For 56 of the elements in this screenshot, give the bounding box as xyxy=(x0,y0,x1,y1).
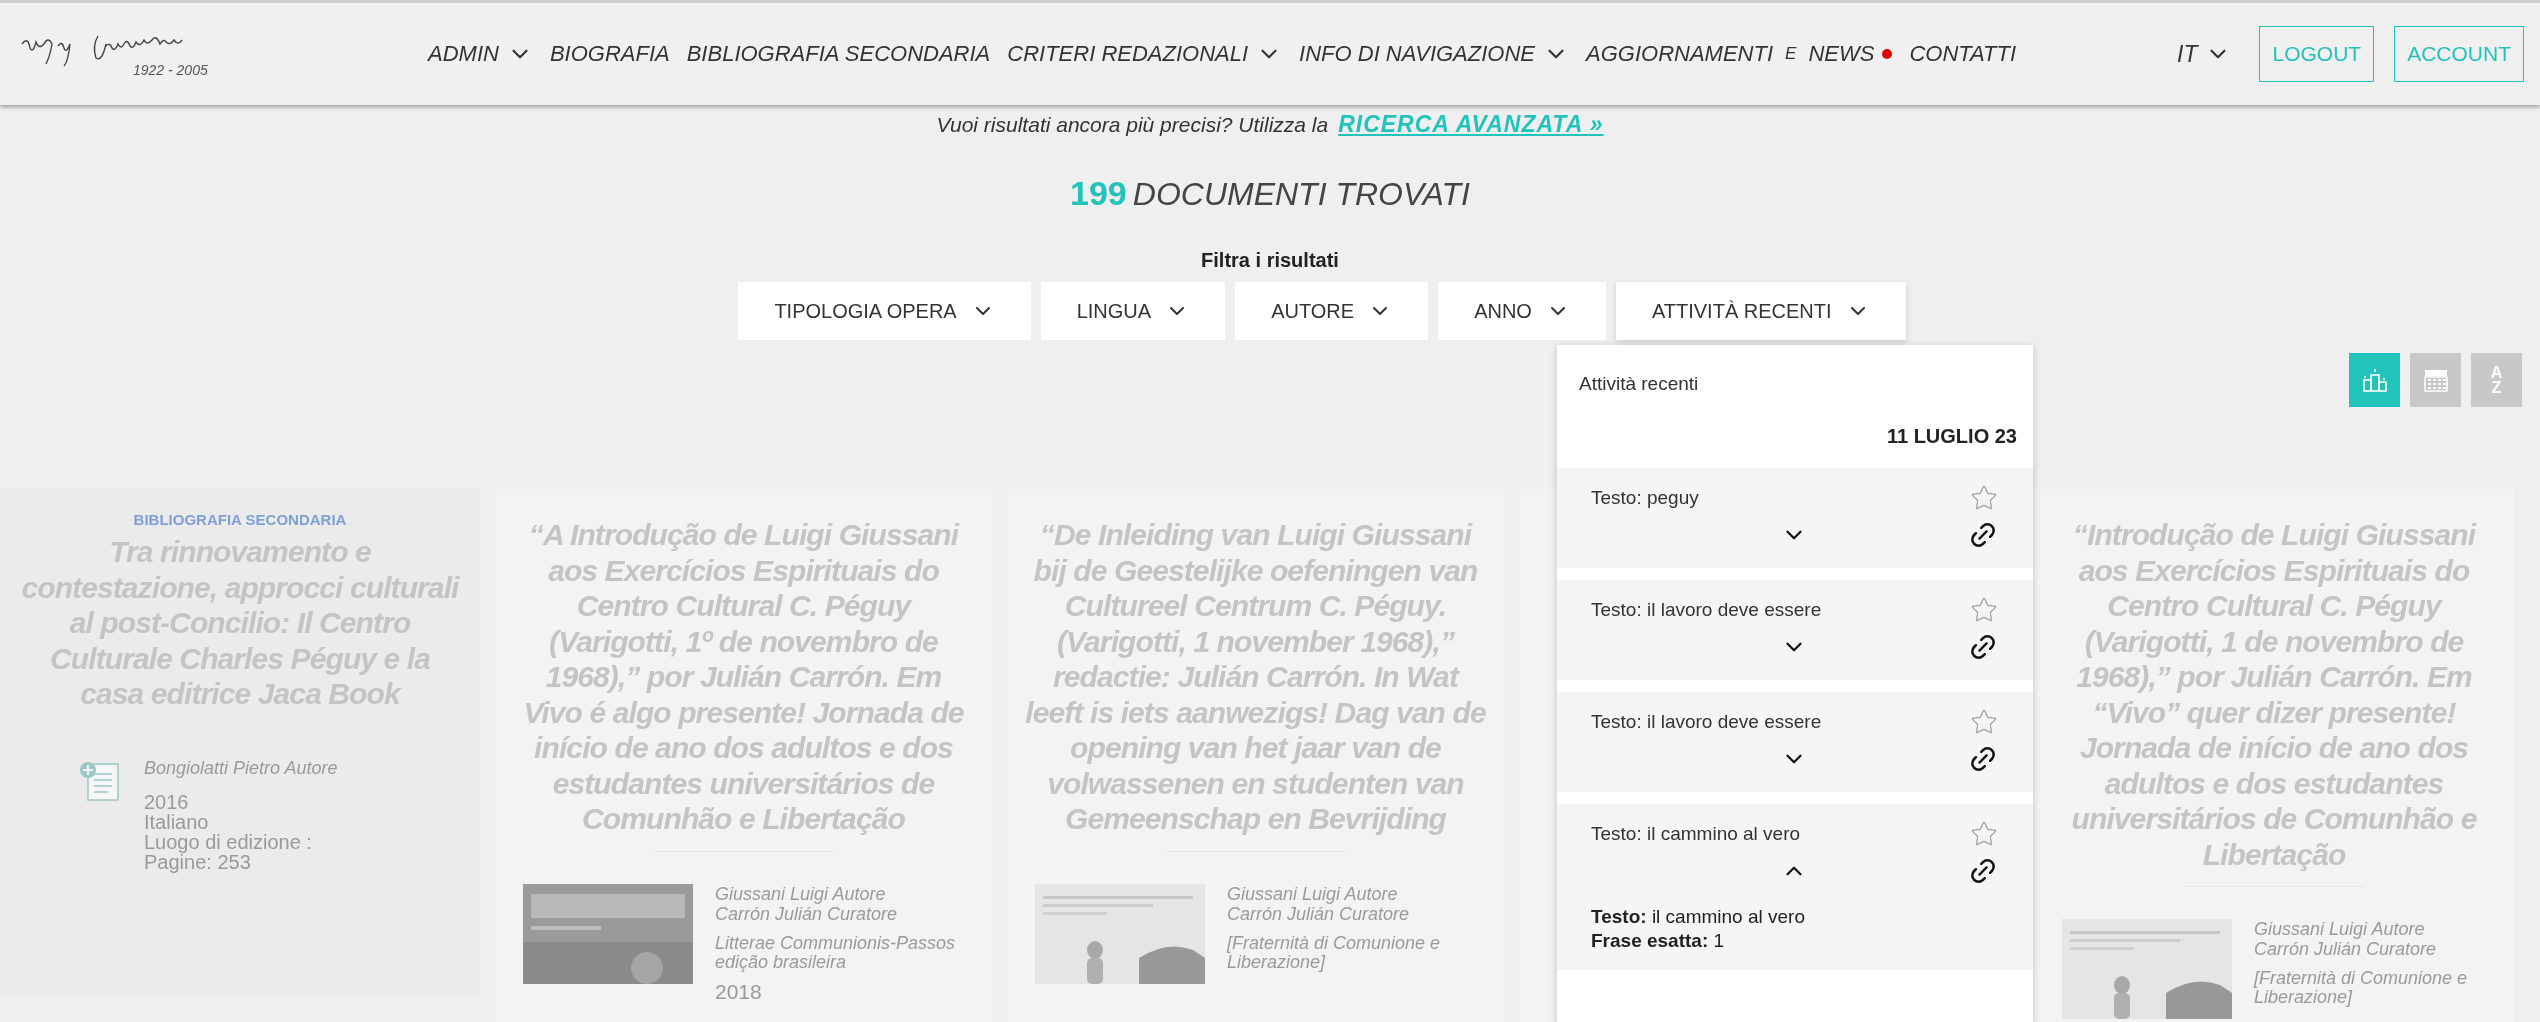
calendar-view-button[interactable] xyxy=(2410,353,2461,407)
card-author: Carrón Julián Curatore xyxy=(715,903,899,924)
card-author: Giussani Luigi Autore xyxy=(715,883,887,904)
logo-years: 1922 - 2005 xyxy=(133,62,208,78)
card-publisher: [Fraternità di Comunione e Liberazione] xyxy=(1227,933,1442,972)
card-detail: Luogo di edizione : xyxy=(144,831,313,852)
filter-dropdown[interactable]: LINGUA xyxy=(1040,282,1226,340)
card-author: Carrón Julián Curatore xyxy=(2254,939,2438,959)
entry-detail: Frase esatta: 1 xyxy=(1591,930,1726,952)
card-author: Giussani Luigi Autore xyxy=(2254,919,2426,939)
card-author: Carrón Julián Curatore xyxy=(1227,903,1411,924)
filter-dropdown[interactable]: AUTORE xyxy=(1235,282,1429,340)
nav-link[interactable]: ADMIN xyxy=(428,41,533,67)
panel-title: Attività recenti xyxy=(1578,372,1700,395)
card-year: 2018 xyxy=(715,979,763,1004)
filter-title: Filtra i risultati xyxy=(1201,249,1339,272)
entry-detail: Testo: il cammino al vero xyxy=(1591,906,1806,928)
nav-link[interactable]: CRITERI REDAZIONALI xyxy=(1007,41,1283,67)
result-label: DOCUMENTI TROVATI xyxy=(1132,176,1470,213)
podium-icon xyxy=(2361,367,2388,393)
card-publisher: Litterae Communionis-Passos edição brasileira xyxy=(715,933,957,972)
entry-label: Testo: il lavoro deve essere xyxy=(1591,599,1822,621)
entry-label: Testo: il cammino al vero xyxy=(1591,823,1801,845)
star-icon[interactable] xyxy=(1970,484,1998,512)
filter-dropdown[interactable]: ATTIVITÀ RECENTI xyxy=(1615,282,1906,340)
ranking-view-button[interactable] xyxy=(2349,353,2400,407)
nav-link[interactable]: AGGIORNAMENTI E NEWS xyxy=(1586,41,1893,67)
activity-entry[interactable]: Testo: il lavoro deve essere xyxy=(1557,580,2033,680)
activity-entry[interactable]: Testo: il cammino al vero Testo: il cammino al vero Frase esatta: 1 xyxy=(1557,804,2033,970)
result-card[interactable] xyxy=(495,489,992,1022)
result-card[interactable] xyxy=(2034,489,2514,1022)
star-icon[interactable] xyxy=(1970,596,1998,624)
filter-dropdown[interactable]: TIPOLOGIA OPERA xyxy=(738,282,1031,340)
activity-entry[interactable]: Testo: il lavoro deve essere xyxy=(1557,692,2033,792)
nav-link[interactable]: BIBLIOGRAFIA SECONDARIA xyxy=(686,41,991,67)
card-author: Bongiolatti Pietro Autore xyxy=(144,757,338,778)
activity-entry[interactable]: Testo: peguy xyxy=(1557,468,2033,568)
filter-dropdown[interactable]: ANNO xyxy=(1438,282,1606,340)
result-count: 199 xyxy=(1070,174,1127,213)
result-card[interactable] xyxy=(1007,489,1504,1022)
card-publisher: [Fraternità di Comunione e Liberazione] xyxy=(2254,969,2469,1007)
card-category: BIBLIOGRAFIA SECONDARIA xyxy=(133,511,347,528)
card-detail: Italiano xyxy=(144,811,210,832)
card-detail: 2016 xyxy=(144,791,190,812)
nav-link[interactable]: INFO DI NAVIGAZIONE xyxy=(1299,41,1569,67)
star-icon[interactable] xyxy=(1970,708,1998,736)
entry-label: Testo: peguy xyxy=(1591,487,1699,509)
language-selector[interactable]: IT xyxy=(2177,40,2232,68)
star-icon[interactable] xyxy=(1970,820,1998,848)
nav-link[interactable]: BIOGRAFIA xyxy=(549,41,670,67)
card-detail: Pagine: 253 xyxy=(144,851,252,872)
card-author: Giussani Luigi Autore xyxy=(1227,883,1399,904)
entry-label: Testo: il lavoro deve essere xyxy=(1591,711,1822,733)
search-hint: Vuoi risultati ancora più precisi? Utilizza la xyxy=(936,113,1329,137)
nav-link[interactable]: CONTATTI xyxy=(1909,41,2017,67)
activity-date: 11 LUGLIO 23 xyxy=(1886,424,2018,448)
